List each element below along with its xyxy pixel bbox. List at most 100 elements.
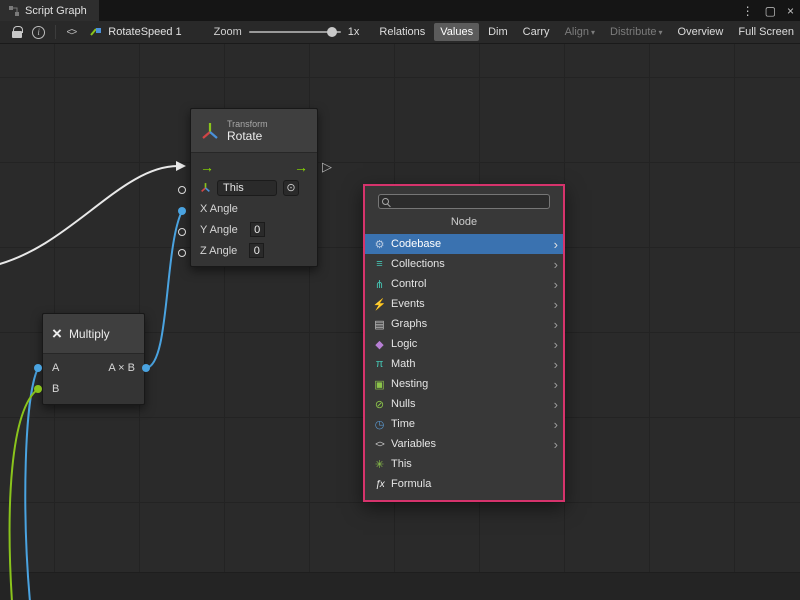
rotate-node-title: Rotate [227, 129, 268, 143]
z-angle-input[interactable]: 0 [249, 243, 264, 258]
finder-item-collections[interactable]: ≡ Collections › [365, 254, 563, 274]
finder-item-events[interactable]: ⚡ Events › [365, 294, 563, 314]
search-icon [382, 197, 392, 207]
finder-list: ⚙ Codebase › ≡ Collections › ⋔ Control ›… [365, 234, 563, 494]
output-port[interactable] [142, 364, 150, 372]
chevron-right-icon: › [554, 257, 558, 272]
multiply-icon: × [52, 324, 62, 344]
finder-item-nesting[interactable]: ▣ Nesting › [365, 374, 563, 394]
lock-button[interactable] [6, 23, 28, 41]
code-icon: <> [67, 27, 77, 38]
zoom-value: 1x [348, 26, 360, 38]
dim-button[interactable]: Dim [482, 23, 514, 41]
flow-out-icon[interactable]: → [294, 160, 308, 174]
zoom-slider-knob[interactable] [327, 27, 337, 37]
folder-icon: ▤ [372, 318, 387, 331]
align-button[interactable]: Align▾ [559, 23, 601, 41]
this-port[interactable] [178, 186, 186, 194]
zoom-slider[interactable] [249, 31, 341, 33]
menu-icon[interactable]: ⋮ [742, 4, 754, 18]
script-graph-icon [8, 5, 20, 17]
chevron-right-icon: › [554, 317, 558, 332]
multiply-row-a: A A × B [43, 357, 144, 378]
branch-icon: ⋔ [372, 278, 387, 291]
formula-icon: ƒx [372, 479, 387, 490]
canvas-bottom-strip [0, 572, 800, 600]
y-angle-input[interactable]: 0 [250, 222, 265, 237]
input-a-port[interactable] [34, 364, 42, 372]
tab-label: Script Graph [25, 5, 87, 17]
this-icon: ✳ [372, 458, 387, 471]
flow-continue-icon: ▷ [322, 159, 332, 175]
tab-script-graph[interactable]: Script Graph [0, 0, 99, 21]
input-b-port[interactable] [34, 385, 42, 393]
distribute-button[interactable]: Distribute▾ [604, 23, 668, 41]
y-angle-row: Y Angle 0 [191, 219, 317, 240]
chevron-right-icon: › [554, 277, 558, 292]
finder-item-time[interactable]: ◷ Time › [365, 414, 563, 434]
rotate-node-header[interactable]: Transform Rotate [191, 109, 317, 153]
finder-item-codebase[interactable]: ⚙ Codebase › [365, 234, 563, 254]
chevron-right-icon: › [554, 357, 558, 372]
relations-button[interactable]: Relations [373, 23, 431, 41]
rotate-node-category: Transform [227, 119, 268, 129]
multiply-node-title: Multiply [69, 327, 110, 341]
chevron-right-icon: › [554, 377, 558, 392]
output-label: A × B [108, 362, 135, 374]
overview-button[interactable]: Overview [672, 23, 730, 41]
finder-item-variables[interactable]: <> Variables › [365, 434, 563, 454]
this-port-row: This ⊙ [191, 177, 317, 198]
transform-mini-icon [200, 182, 211, 193]
gear-icon: ⚙ [372, 238, 387, 251]
toolbar-separator [55, 25, 56, 39]
this-object-field[interactable]: This [217, 180, 277, 196]
object-picker-button[interactable]: ⊙ [283, 180, 299, 196]
chevron-right-icon: › [554, 297, 558, 312]
finder-item-graphs[interactable]: ▤ Graphs › [365, 314, 563, 334]
chevron-right-icon: › [554, 417, 558, 432]
flow-in-icon[interactable]: → [200, 160, 214, 174]
titlebar: Script Graph ⋮ ▢ × [0, 0, 800, 21]
z-angle-port[interactable] [178, 249, 186, 257]
carry-button[interactable]: Carry [517, 23, 556, 41]
z-angle-row: Z Angle 0 [191, 240, 317, 261]
edit-code-button[interactable]: <> [61, 23, 83, 41]
y-angle-port[interactable] [178, 228, 186, 236]
distribute-caret-icon: ▾ [659, 28, 663, 37]
multiply-row-b: B [43, 378, 144, 399]
list-icon: ≡ [372, 258, 387, 270]
close-icon[interactable]: × [787, 4, 794, 18]
object-picker-icon: ⊙ [286, 181, 295, 194]
graph-reference[interactable]: RotateSpeed 1 [90, 26, 181, 38]
chevron-right-icon: › [554, 237, 558, 252]
maximize-icon[interactable]: ▢ [765, 4, 776, 18]
finder-item-logic[interactable]: ◆ Logic › [365, 334, 563, 354]
zoom-label: Zoom [214, 26, 242, 38]
node-finder-popup: Node ⚙ Codebase › ≡ Collections › ⋔ Cont… [363, 184, 565, 502]
align-caret-icon: ▾ [591, 28, 595, 37]
x-angle-port[interactable] [178, 207, 186, 215]
rotate-node[interactable]: Transform Rotate → → This ⊙ X Angle [190, 108, 318, 267]
variables-icon: <> [372, 439, 387, 449]
finder-item-nulls[interactable]: ⊘ Nulls › [365, 394, 563, 414]
x-angle-row: X Angle [191, 198, 317, 219]
finder-item-formula[interactable]: ƒx Formula [365, 474, 563, 494]
pi-icon: π [372, 358, 387, 370]
search-box[interactable] [378, 194, 550, 209]
multiply-node-header[interactable]: × Multiply [43, 314, 144, 354]
search-input[interactable] [394, 195, 549, 208]
multiply-node[interactable]: × Multiply A A × B B [42, 313, 145, 405]
values-button[interactable]: Values [434, 23, 479, 41]
input-a-label: A [52, 362, 59, 374]
info-button[interactable]: i [28, 23, 50, 41]
fullscreen-button[interactable]: Full Screen [732, 23, 800, 41]
finder-item-math[interactable]: π Math › [365, 354, 563, 374]
finder-item-this[interactable]: ✳ This [365, 454, 563, 474]
z-angle-label: Z Angle [200, 245, 237, 257]
finder-item-control[interactable]: ⋔ Control › [365, 274, 563, 294]
chevron-right-icon: › [554, 397, 558, 412]
clock-icon: ◷ [372, 418, 387, 431]
y-angle-label: Y Angle [200, 224, 238, 236]
chevron-right-icon: › [554, 437, 558, 452]
toolbar: i <> RotateSpeed 1 Zoom 1x Relations Val… [0, 21, 800, 44]
